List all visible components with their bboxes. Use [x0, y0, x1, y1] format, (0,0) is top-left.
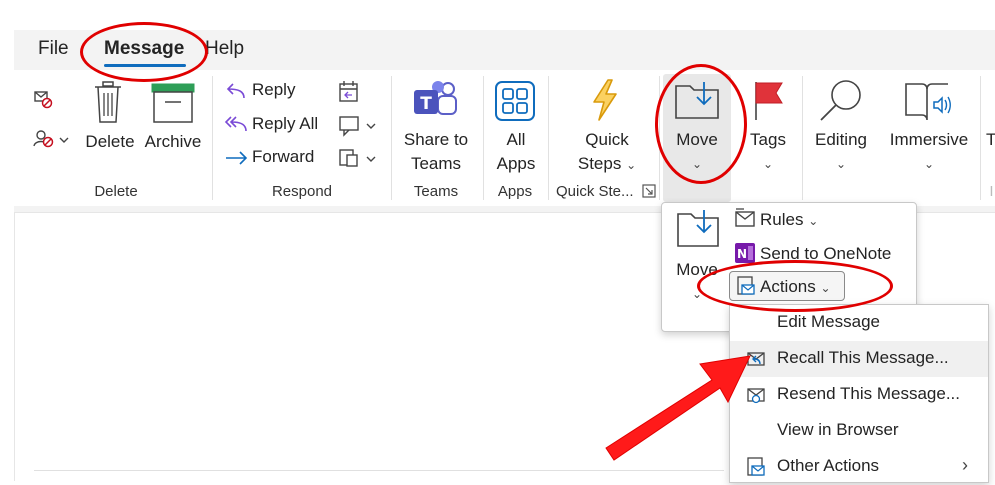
group-separator — [980, 76, 981, 200]
group-label-teams: Teams — [413, 183, 459, 200]
group-label-apps: Apps — [497, 183, 533, 200]
reply-all-icon — [224, 115, 248, 135]
chevron-down-icon: ⌄ — [923, 157, 935, 171]
all-apps-line1: All — [506, 130, 526, 149]
group-separator — [802, 76, 803, 200]
share-to-teams-line2: Teams — [410, 154, 462, 173]
archive-icon — [150, 82, 196, 124]
editing-button-label: Editing — [815, 130, 867, 149]
annotation-arrow — [600, 340, 760, 470]
chevron-down-icon: ⌄ — [762, 157, 774, 171]
editing-button[interactable]: Editing ⌄ — [808, 128, 874, 176]
rules-button[interactable]: Rules ⌄ — [760, 210, 818, 230]
onenote-icon: N — [734, 242, 756, 264]
actions-submenu: Edit Message Recall This Message... Rese… — [729, 304, 989, 483]
annotation-circle-actions — [697, 260, 893, 312]
ignore-icon[interactable] — [32, 88, 54, 110]
all-apps-button[interactable]: All Apps — [488, 128, 544, 176]
tags-flag-icon — [752, 80, 786, 122]
group-separator — [391, 76, 392, 200]
editing-search-icon — [818, 78, 864, 124]
group-separator — [212, 76, 213, 200]
chevron-down-icon: ⌄ — [835, 157, 847, 171]
next-ribbon-button-partial[interactable]: T — [986, 128, 995, 152]
delete-icon — [92, 80, 124, 124]
group-label-delete: Delete — [94, 183, 138, 200]
menu-item-label: Recall This Message... — [777, 348, 949, 367]
menu-item-recall-message[interactable]: Recall This Message... — [730, 341, 988, 377]
menu-item-view-in-browser[interactable]: View in Browser — [730, 413, 988, 449]
menu-item-label: View in Browser — [777, 420, 899, 439]
quick-steps-line2: Steps — [577, 154, 622, 173]
delete-button[interactable]: Delete — [82, 130, 138, 154]
teams-icon: T — [412, 80, 458, 120]
menu-item-other-actions[interactable]: Other Actions › — [730, 449, 988, 485]
next-group-label-partial: I — [989, 183, 994, 200]
svg-text:N: N — [737, 247, 747, 261]
immersive-button-label: Immersive — [889, 130, 969, 149]
archive-button[interactable]: Archive — [142, 130, 204, 154]
chevron-down-icon: ⌄ — [626, 158, 637, 172]
chevron-right-icon: › — [962, 455, 968, 475]
svg-text:T: T — [420, 94, 432, 114]
immersive-button[interactable]: Immersive ⌄ — [882, 128, 976, 176]
share-to-teams-button[interactable]: Share to Teams — [396, 128, 476, 176]
quick-steps-line1: Quick — [585, 130, 629, 149]
reading-pane-divider — [34, 470, 724, 471]
annotation-circle-message-tab — [80, 22, 208, 82]
dialog-launcher-icon[interactable] — [642, 184, 656, 198]
reply-button[interactable]: Reply — [252, 80, 295, 100]
menu-item-label: Edit Message — [777, 312, 880, 331]
quick-steps-icon — [588, 78, 622, 122]
group-separator — [548, 76, 549, 200]
annotation-circle-move-button — [655, 64, 747, 184]
forward-icon — [224, 148, 248, 168]
menu-item-label: Other Actions — [777, 456, 880, 475]
menu-item-label: Resend This Message... — [777, 384, 960, 403]
quick-steps-line2-row: Steps ⌄ — [566, 152, 648, 177]
tags-button[interactable]: Tags ⌄ — [740, 128, 796, 176]
rules-label: Rules — [760, 210, 804, 229]
reading-pane-edge — [14, 212, 15, 481]
meeting-reply-icon[interactable] — [338, 80, 360, 104]
tab-file[interactable]: File — [38, 38, 69, 60]
menu-item-resend-message[interactable]: Resend This Message... — [730, 377, 988, 413]
reply-all-button[interactable]: Reply All — [252, 114, 318, 134]
all-apps-line2: Apps — [496, 154, 536, 173]
move-dropdown-icon — [676, 208, 720, 248]
more-respond-icon[interactable] — [338, 147, 378, 171]
im-reply-icon[interactable] — [338, 114, 378, 138]
tab-help[interactable]: Help — [205, 38, 244, 60]
quick-steps-button[interactable]: Quick Steps ⌄ — [566, 128, 648, 177]
rules-icon — [734, 208, 756, 230]
tags-button-label: Tags — [750, 130, 786, 149]
block-sender-icon[interactable] — [32, 128, 72, 152]
immersive-reader-icon — [904, 80, 952, 122]
group-label-quick-steps: Quick Ste... — [556, 183, 634, 200]
forward-button[interactable]: Forward — [252, 147, 314, 167]
group-label-respond: Respond — [271, 183, 333, 200]
group-separator — [483, 76, 484, 200]
all-apps-icon — [494, 80, 536, 122]
chevron-down-icon: ⌄ — [808, 214, 819, 228]
share-to-teams-line1: Share to — [403, 130, 469, 149]
reply-icon — [224, 82, 248, 102]
